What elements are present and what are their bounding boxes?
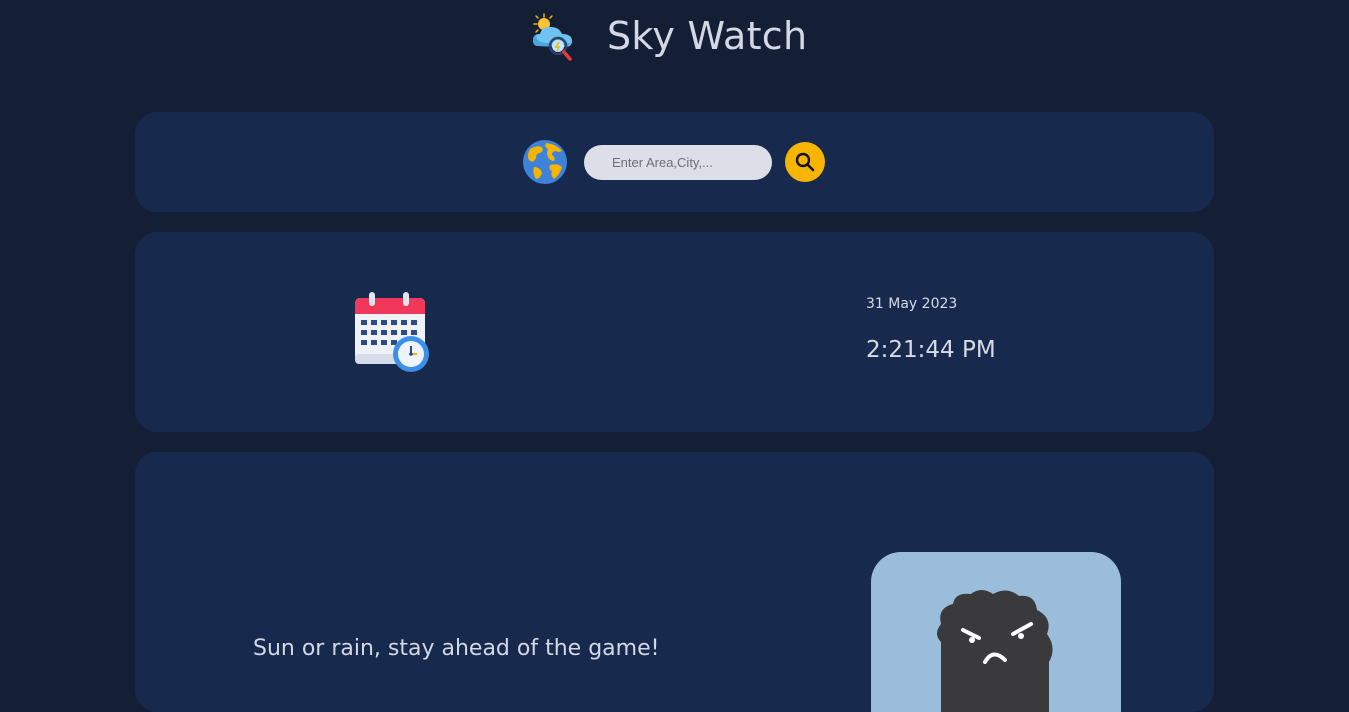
- search-input[interactable]: [584, 145, 772, 180]
- weather-cloud-icon: [530, 12, 578, 62]
- search-card: [135, 112, 1214, 212]
- current-time: 2:21:44 PM: [866, 337, 996, 363]
- app-title: Sky Watch: [607, 14, 808, 58]
- calendar-clock-icon: [353, 290, 433, 374]
- angry-cloud-icon: [871, 552, 1121, 712]
- current-date: 31 May 2023: [866, 296, 958, 312]
- globe-icon: [522, 139, 568, 185]
- search-icon: [795, 152, 815, 172]
- hero-card: Sun or rain, stay ahead of the game!: [135, 452, 1214, 712]
- hero-tagline: Sun or rain, stay ahead of the game!: [253, 636, 660, 661]
- app-header: Sky Watch: [0, 0, 1349, 82]
- search-button[interactable]: [785, 142, 825, 182]
- datetime-card: 31 May 2023 2:21:44 PM: [135, 232, 1214, 432]
